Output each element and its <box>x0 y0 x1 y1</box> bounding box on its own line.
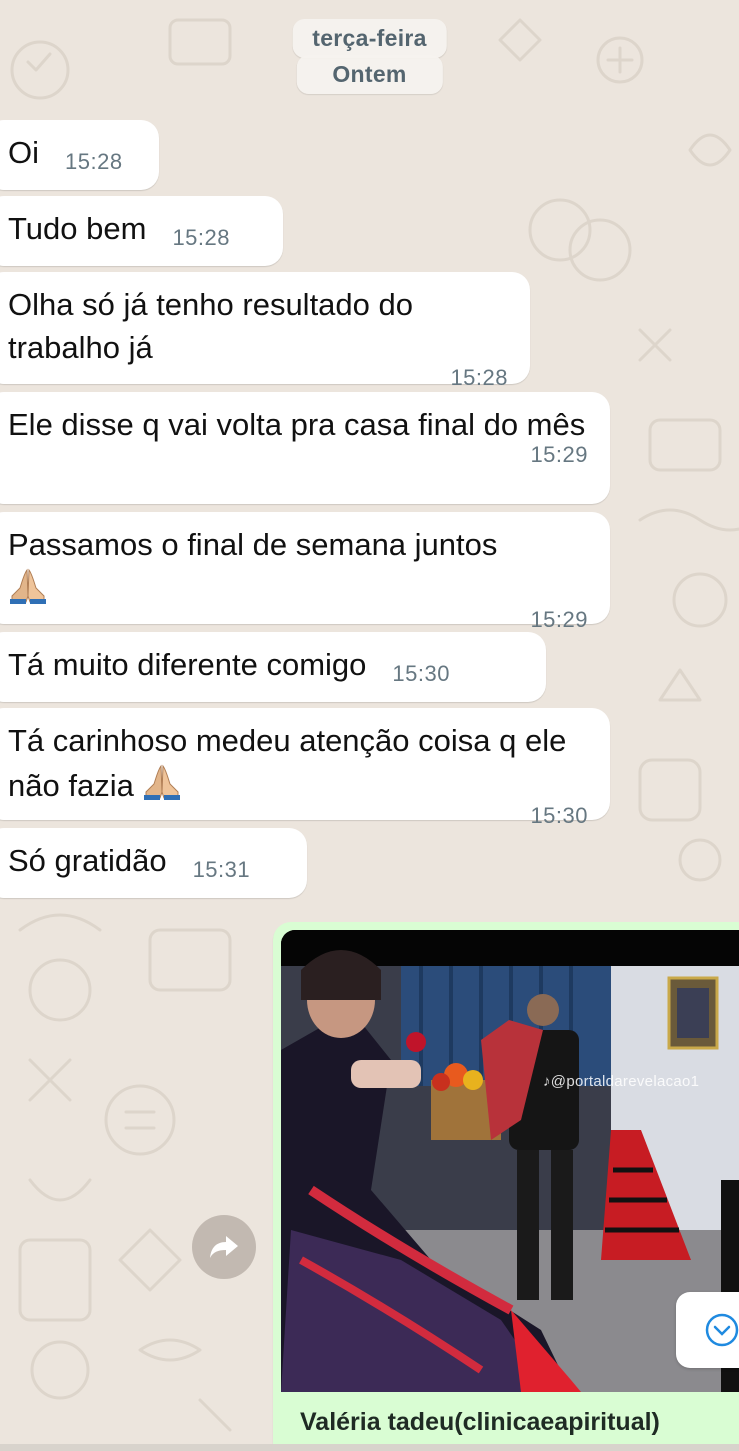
tiktok-watermark: ♪@portaldarevelacao1 <box>543 1073 700 1090</box>
incoming-message[interactable]: Passamos o final de semana juntos 15:29 <box>0 512 610 632</box>
scroll-down-button[interactable] <box>676 1292 739 1368</box>
outgoing-video-message[interactable]: ♪@portaldarevelacao1 <box>273 922 739 1451</box>
message-time: 15:29 <box>530 607 588 632</box>
video-thumbnail[interactable]: ♪@portaldarevelacao1 <box>281 930 739 1392</box>
message-text: Olha só já tenho resultado do trabalho j… <box>8 287 413 365</box>
video-caption: Valéria tadeu(clinicaeapiritual) <box>300 1408 660 1436</box>
forward-arrow-icon <box>210 1236 238 1258</box>
incoming-message[interactable]: Só gratidão 15:31 <box>0 828 307 898</box>
message-time: 15:30 <box>530 803 588 828</box>
forward-button[interactable] <box>192 1215 256 1279</box>
message-text: Passamos o final de semana juntos <box>8 527 498 562</box>
message-time: 15:28 <box>172 225 230 250</box>
message-time: 15:30 <box>392 661 450 686</box>
incoming-message[interactable]: Oi 15:28 <box>0 120 159 190</box>
praying-hands-icon <box>10 568 46 604</box>
message-time: 15:29 <box>530 442 588 467</box>
date-chip-relative: Ontem <box>296 55 443 94</box>
chevron-down-circle-icon <box>705 1313 739 1347</box>
incoming-message[interactable]: Tá muito diferente comigo 15:30 <box>0 632 546 702</box>
message-text: Oi <box>8 135 39 170</box>
message-text: Só gratidão <box>8 843 167 878</box>
message-text: Tudo bem <box>8 211 147 246</box>
message-text: Ele disse q vai volta pra casa final do … <box>8 407 586 442</box>
incoming-message[interactable]: Olha só já tenho resultado do trabalho j… <box>0 272 530 390</box>
incoming-message[interactable]: Tá carinhoso medeu atenção coisa q ele n… <box>0 708 610 828</box>
incoming-message[interactable]: Tudo bem 15:28 <box>0 196 283 266</box>
message-time: 15:28 <box>450 365 508 390</box>
incoming-message[interactable]: Ele disse q vai volta pra casa final do … <box>0 392 610 504</box>
video-scene <box>281 930 739 1392</box>
message-text: Tá muito diferente comigo <box>8 647 367 682</box>
message-text: Tá carinhoso medeu atenção coisa q ele n… <box>8 723 567 803</box>
praying-hands-icon <box>144 764 181 800</box>
message-time: 15:28 <box>65 149 123 174</box>
date-chip-weekday: terça-feira <box>292 19 447 58</box>
message-time: 15:31 <box>192 857 251 882</box>
bottom-divider <box>0 1444 739 1451</box>
